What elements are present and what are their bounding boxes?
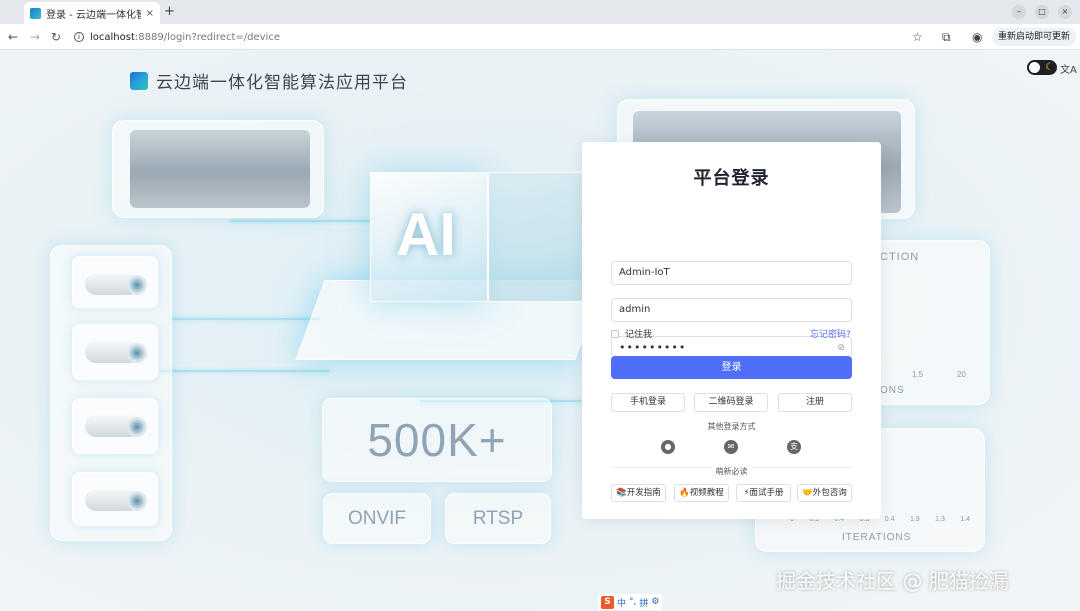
reload-icon[interactable]: ↻ — [51, 29, 61, 45]
must-read-heading: 萌新必读 — [582, 463, 881, 477]
interview-manual-link[interactable]: ⚡面试手册 — [736, 484, 791, 502]
circuit-trace — [170, 318, 320, 320]
tab-title: 登录 - 云边端一体化智能 — [46, 9, 141, 21]
moon-icon: ☾ — [1045, 62, 1054, 73]
close-window-button[interactable]: × — [1058, 5, 1072, 19]
browser-toolbar: ← → ↻ i localhost:8889/login?redirect=/d… — [0, 24, 1080, 50]
profile-icon[interactable]: ◉ — [972, 29, 982, 45]
qrcode-login-button[interactable]: 二维码登录 — [694, 393, 768, 412]
update-button[interactable]: 重新启动即可更新 — [992, 28, 1077, 46]
chart-panel-title: CTION — [880, 251, 920, 263]
chart-axis-label: ITERATIONS — [842, 532, 912, 543]
maximize-button[interactable]: □ — [1035, 5, 1049, 19]
extensions-icon[interactable]: ⧉ — [942, 29, 951, 45]
theme-toggle[interactable]: ☾ — [1027, 60, 1057, 75]
tenant-input[interactable]: Admin-IoT — [611, 261, 852, 285]
chart-axis-label: ONS — [880, 385, 905, 396]
address-bar[interactable]: i localhost:8889/login?redirect=/device — [74, 28, 904, 46]
ime-logo-icon: S — [601, 595, 614, 609]
tag-rtsp: RTSP — [472, 507, 524, 529]
ime-toolbar[interactable]: S 中 °, 拼 ⚙ — [598, 594, 663, 610]
other-methods-label: 其他登录方式 — [707, 422, 756, 431]
ai-cube-side — [488, 172, 584, 302]
app-title: 云边端一体化智能算法应用平台 — [156, 73, 408, 93]
camera-icon — [72, 398, 158, 454]
tab-favicon-icon — [30, 7, 41, 19]
alipay-icon[interactable]: 支 — [787, 440, 801, 454]
username-input[interactable]: admin — [611, 298, 852, 322]
wechat-icon[interactable]: ✉ — [724, 440, 738, 454]
brand: 云边端一体化智能算法应用平台 — [130, 68, 408, 93]
must-read-label: 萌新必读 — [709, 467, 754, 476]
chart-tick: 1.4 — [960, 516, 970, 523]
tab-close-icon[interactable]: × — [146, 8, 154, 19]
circuit-trace — [160, 370, 330, 372]
theme-toggle-knob — [1029, 62, 1040, 73]
camera-icon — [72, 256, 158, 308]
remember-checkbox[interactable] — [611, 329, 619, 338]
login-card: 平台登录 Admin-IoT admin ••••••••• ⊘ 记住我 忘记密… — [582, 142, 881, 519]
new-tab-button[interactable]: + — [164, 4, 175, 20]
ai-cube-label: AI — [396, 201, 456, 268]
tag-card: ONVIF — [323, 493, 431, 544]
tag-onvif: ONVIF — [347, 507, 407, 529]
forward-icon[interactable]: → — [30, 29, 40, 45]
back-icon[interactable]: ← — [8, 29, 18, 45]
browser-tab[interactable]: 登录 - 云边端一体化智能 × — [24, 2, 160, 24]
phone-login-button[interactable]: 手机登录 — [611, 393, 685, 412]
register-button[interactable]: 注册 — [778, 393, 852, 412]
camera-icon — [72, 324, 158, 380]
camera-icon — [72, 472, 158, 526]
chart-tick: 0.4 — [884, 516, 895, 523]
street-scene-image — [130, 130, 310, 208]
street-image-panel — [112, 120, 324, 218]
big-number-card: 500K+ — [322, 398, 552, 482]
site-info-icon[interactable]: i — [74, 32, 84, 42]
chart-tick: 20 — [957, 370, 966, 379]
browser-tab-bar: 登录 - 云边端一体化智能 × + – □ × — [0, 0, 1080, 24]
url-path: :8889/login?redirect=/device — [134, 31, 280, 43]
watermark: 掘金技术社区 @ 肥猫捡漏 — [776, 569, 1009, 593]
bookmark-star-icon[interactable]: ☆ — [912, 29, 923, 45]
outsourcing-link[interactable]: 🤝外包咨询 — [797, 484, 852, 502]
chart-tick: 1.3 — [935, 516, 945, 523]
video-tutorial-link[interactable]: 🔥视频教程 — [674, 484, 729, 502]
url-host: localhost — [90, 31, 135, 43]
github-icon[interactable]: ● — [661, 440, 675, 454]
language-icon[interactable]: 文A — [1060, 61, 1077, 76]
dev-guide-link[interactable]: 📚开发指南 — [611, 484, 666, 502]
chart-tick: 1.9 — [909, 516, 920, 523]
remember-label: 记住我 — [625, 330, 653, 340]
login-page: AI 500K+ ONVIF RTSP CTION 1.5 20 ONS 0 0… — [0, 50, 1080, 611]
remember-me[interactable]: 记住我 — [611, 327, 652, 340]
circuit-trace — [230, 220, 370, 222]
ime-settings-icon[interactable]: ⚙ — [651, 597, 659, 607]
login-button[interactable]: 登录 — [611, 356, 852, 379]
ime-pinyin[interactable]: 拼 — [639, 596, 648, 609]
login-title: 平台登录 — [693, 168, 770, 189]
chart-tick: 1.5 — [912, 370, 924, 379]
big-number: 500K+ — [367, 414, 507, 466]
forgot-password-link[interactable]: 忘记密码? — [810, 327, 851, 340]
ime-punctuation-icon[interactable]: °, — [629, 597, 636, 607]
password-value: ••••••••• — [619, 341, 687, 354]
tag-card: RTSP — [445, 493, 551, 544]
brand-logo-icon — [130, 71, 148, 90]
minimize-button[interactable]: – — [1012, 5, 1026, 19]
ime-mode-chinese[interactable]: 中 — [617, 596, 626, 609]
